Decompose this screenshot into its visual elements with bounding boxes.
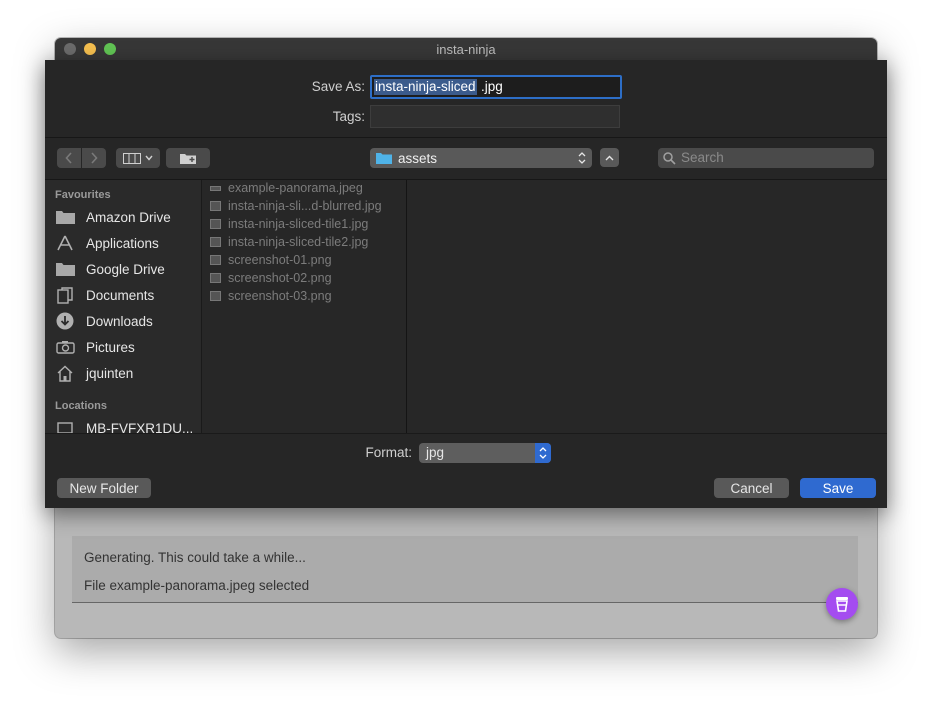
folder-icon xyxy=(55,211,75,224)
save-as-input[interactable]: insta-ninja-sliced .jpg xyxy=(370,75,622,99)
list-item[interactable]: example-panorama.jpeg xyxy=(210,179,363,197)
sidebar-item-applications[interactable]: Applications xyxy=(55,232,195,254)
chevron-up-icon xyxy=(605,155,614,160)
status-line-file-selected: File example-panorama.jpeg selected xyxy=(84,578,310,593)
folder-icon xyxy=(55,263,75,276)
back-button[interactable] xyxy=(57,148,81,168)
tags-input[interactable] xyxy=(370,105,620,128)
sidebar-item-label: jquinten xyxy=(86,365,134,381)
list-item[interactable]: insta-ninja-sli...d-blurred.jpg xyxy=(210,197,382,215)
file-name: insta-ninja-sliced-tile2.jpg xyxy=(228,235,369,249)
downloads-icon xyxy=(56,312,74,330)
sidebar-item-label: Applications xyxy=(86,235,159,251)
sidebar-item-google-drive[interactable]: Google Drive xyxy=(55,258,195,280)
new-folder-toolbar-button[interactable] xyxy=(166,148,210,168)
locations-heading: Locations xyxy=(55,400,107,412)
sidebar-item-label: Google Drive xyxy=(86,261,165,277)
status-line-generating: Generating. This could take a while... xyxy=(84,550,306,565)
view-mode-button[interactable] xyxy=(116,148,160,168)
cup-icon xyxy=(836,597,848,612)
updown-chevron-icon xyxy=(578,152,586,164)
file-name: insta-ninja-sliced-tile1.jpg xyxy=(228,217,369,231)
computer-icon xyxy=(57,422,73,433)
sidebar-item-label: Downloads xyxy=(86,313,153,329)
applications-icon xyxy=(57,235,73,251)
title-bar: insta-ninja xyxy=(55,38,877,61)
file-name: insta-ninja-sli...d-blurred.jpg xyxy=(228,199,382,213)
divider xyxy=(45,137,887,138)
home-icon xyxy=(57,365,73,382)
list-item[interactable]: screenshot-01.png xyxy=(210,251,332,269)
file-name: screenshot-02.png xyxy=(228,271,332,285)
sidebar-item-documents[interactable]: Documents xyxy=(55,284,195,306)
camera-icon xyxy=(55,341,75,354)
format-value: jpg xyxy=(426,445,445,460)
sidebar-item-label: Documents xyxy=(86,287,155,303)
search-placeholder: Search xyxy=(681,150,724,165)
tags-label: Tags: xyxy=(332,109,365,124)
expand-dialog-button[interactable] xyxy=(600,148,619,167)
chevron-left-icon xyxy=(65,152,72,164)
sidebar: Favourites Amazon Drive Applications Goo… xyxy=(45,180,202,433)
search-icon xyxy=(663,152,676,165)
cancel-button[interactable]: Cancel xyxy=(714,478,789,498)
sidebar-item-computer[interactable]: MB-FVFXR1DU... xyxy=(55,417,195,433)
cup-fab-button[interactable] xyxy=(826,588,858,620)
chevron-right-icon xyxy=(91,152,98,164)
folder-icon xyxy=(376,153,392,164)
save-button[interactable]: Save xyxy=(800,478,876,498)
save-dialog: Save As: insta-ninja-sliced .jpg Tags: a… xyxy=(45,60,887,508)
search-field[interactable]: Search xyxy=(658,148,874,168)
location-label: assets xyxy=(398,150,438,166)
list-item[interactable]: screenshot-03.png xyxy=(210,287,332,305)
divider xyxy=(45,433,887,434)
sidebar-item-label: Amazon Drive xyxy=(86,209,171,225)
save-as-extension-text: .jpg xyxy=(481,79,503,94)
forward-button[interactable] xyxy=(82,148,106,168)
empty-column xyxy=(407,180,887,433)
format-label: Format: xyxy=(365,445,412,460)
image-file-icon xyxy=(210,185,221,191)
documents-icon xyxy=(57,286,73,304)
format-select[interactable]: jpg xyxy=(419,443,551,463)
chevron-down-icon xyxy=(145,155,153,161)
updown-chevron-icon xyxy=(535,443,551,463)
image-file-icon xyxy=(210,273,221,283)
file-name: example-panorama.jpeg xyxy=(228,181,363,195)
sidebar-item-pictures[interactable]: Pictures xyxy=(55,336,195,358)
new-folder-icon xyxy=(180,153,196,164)
file-name: screenshot-01.png xyxy=(228,253,332,267)
image-file-icon xyxy=(210,255,221,265)
status-panel: Generating. This could take a while... F… xyxy=(72,536,858,603)
file-name: screenshot-03.png xyxy=(228,289,332,303)
image-file-icon xyxy=(210,237,221,247)
sidebar-item-label: Pictures xyxy=(86,339,135,355)
list-item[interactable]: insta-ninja-sliced-tile1.jpg xyxy=(210,215,368,233)
sidebar-item-downloads[interactable]: Downloads xyxy=(55,310,195,332)
window-title: insta-ninja xyxy=(436,42,496,57)
save-as-label: Save As: xyxy=(311,79,365,94)
location-popup[interactable]: assets xyxy=(370,148,592,168)
columns-view-icon xyxy=(123,152,141,164)
file-column: example-panorama.jpeg insta-ninja-sli...… xyxy=(202,180,407,433)
image-file-icon xyxy=(210,219,221,229)
new-folder-button[interactable]: New Folder xyxy=(57,478,151,498)
save-as-selected-text: insta-ninja-sliced xyxy=(374,79,477,95)
favourites-heading: Favourites xyxy=(55,189,111,201)
image-file-icon xyxy=(210,201,221,211)
sidebar-item-amazon-drive[interactable]: Amazon Drive xyxy=(55,206,195,228)
image-file-icon xyxy=(210,291,221,301)
sidebar-item-jquinten[interactable]: jquinten xyxy=(55,362,195,384)
sidebar-item-label: MB-FVFXR1DU... xyxy=(86,420,194,434)
list-item[interactable]: screenshot-02.png xyxy=(210,269,332,287)
list-item[interactable]: insta-ninja-sliced-tile2.jpg xyxy=(210,233,368,251)
